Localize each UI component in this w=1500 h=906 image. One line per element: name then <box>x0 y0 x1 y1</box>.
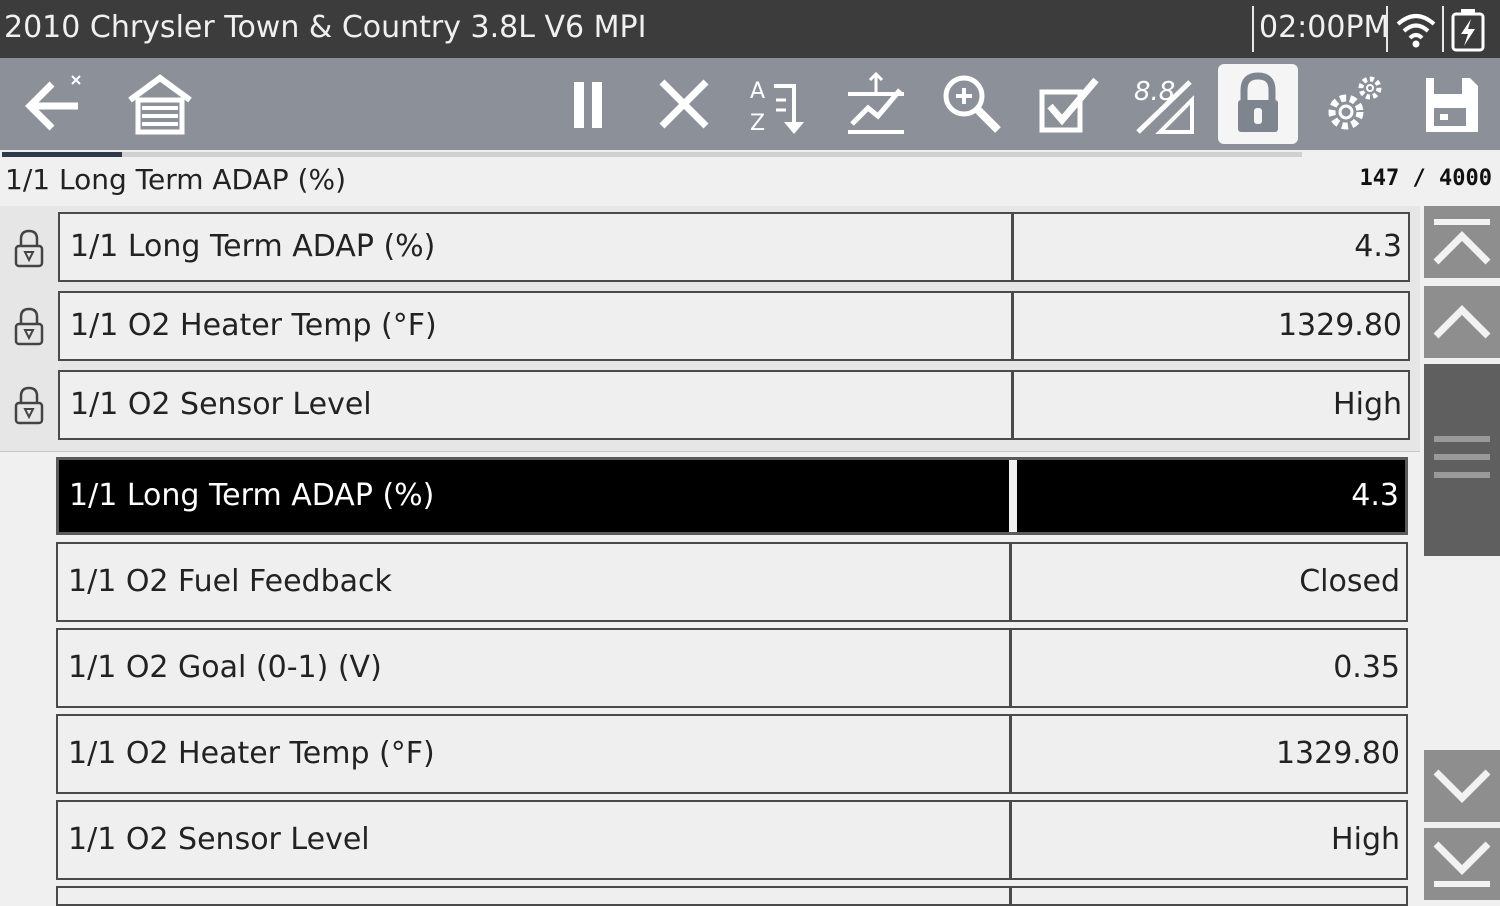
battery-charging-icon <box>1451 9 1485 52</box>
units-icon: 8.8 <box>1134 77 1194 134</box>
sort-button[interactable]: A Z <box>740 64 820 144</box>
sort-icon: A Z <box>750 79 804 136</box>
parameter-value: 4.3 <box>1351 478 1399 513</box>
parameter-name: 1/1 Long Term ADAP (%) <box>59 460 1017 532</box>
home-icon <box>128 74 192 135</box>
parameter-name: 1/1 O2 Sensor Level <box>60 372 1014 438</box>
graph-icon <box>848 71 904 134</box>
thumb-grip <box>1434 454 1490 460</box>
back-button[interactable] <box>10 64 90 144</box>
lock-icon[interactable] <box>13 228 45 268</box>
parameter-name: 1/1 O2 Heater Temp (°F) <box>58 716 1012 792</box>
parameter-value: High <box>1331 822 1400 857</box>
scroll-thumb[interactable] <box>1424 364 1500 556</box>
parameter-row-partial[interactable] <box>56 886 1408 906</box>
scroll-top-button[interactable] <box>1424 206 1500 278</box>
scroll-up-button[interactable] <box>1424 286 1500 358</box>
parameter-name: 1/1 Long Term ADAP (%) <box>60 214 1014 280</box>
scroll-down-button[interactable] <box>1424 750 1500 822</box>
locked-parameter-row[interactable]: 1/1 Long Term ADAP (%) 4.3 <box>58 212 1410 282</box>
chevron-down-icon <box>1433 769 1491 803</box>
locked-parameter-row[interactable]: 1/1 O2 Sensor Level High <box>58 370 1410 440</box>
graph-button[interactable] <box>836 64 916 144</box>
vehicle-title: 2010 Chrysler Town & Country 3.8L V6 MPI <box>4 10 647 45</box>
title-bar: 2010 Chrysler Town & Country 3.8L V6 MPI… <box>0 0 1500 58</box>
lock-icon[interactable] <box>13 385 45 425</box>
thumb-grip <box>1434 472 1490 478</box>
zoom-icon <box>943 75 1001 133</box>
parameter-value: 4.3 <box>1354 229 1402 264</box>
parameter-name: 1/1 O2 Heater Temp (°F) <box>60 293 1014 359</box>
scroll-top-icon <box>1433 219 1491 265</box>
back-icon <box>25 75 81 131</box>
parameter-value: Closed <box>1299 564 1400 599</box>
parameter-value: 1329.80 <box>1277 308 1402 343</box>
save-icon <box>1426 78 1478 132</box>
wifi-icon <box>1396 14 1436 48</box>
scroll-bottom-icon <box>1433 841 1491 887</box>
pause-icon <box>574 82 602 128</box>
parameter-name <box>58 888 1012 904</box>
thumb-grip <box>1434 436 1490 442</box>
progress-fill <box>2 152 122 157</box>
clear-icon <box>659 79 709 129</box>
units-button[interactable]: 8.8 <box>1124 64 1204 144</box>
parameter-row[interactable]: 1/1 O2 Fuel Feedback Closed <box>56 542 1408 622</box>
lock-button[interactable] <box>1218 64 1298 144</box>
frame-counter: 147 / 4000 <box>1359 166 1492 191</box>
parameter-row-selected[interactable]: 1/1 Long Term ADAP (%) 4.3 <box>56 457 1408 535</box>
lock-icon[interactable] <box>13 306 45 346</box>
parameter-row[interactable]: 1/1 O2 Sensor Level High <box>56 800 1408 880</box>
svg-text:Z: Z <box>750 111 765 136</box>
parameter-name: 1/1 O2 Sensor Level <box>58 802 1012 878</box>
toolbar: A Z 8.8 <box>0 58 1500 150</box>
select-icon <box>1039 77 1099 133</box>
title-separator <box>1252 6 1254 52</box>
parameter-name: 1/1 O2 Goal (0-1) (V) <box>58 630 1012 706</box>
settings-button[interactable] <box>1314 64 1394 144</box>
scroll-bottom-button[interactable] <box>1424 828 1500 900</box>
chevron-up-icon <box>1433 305 1491 339</box>
locked-parameter-row[interactable]: 1/1 O2 Heater Temp (°F) 1329.80 <box>58 291 1410 361</box>
parameter-row[interactable]: 1/1 O2 Heater Temp (°F) 1329.80 <box>56 714 1408 794</box>
parameter-row[interactable]: 1/1 O2 Goal (0-1) (V) 0.35 <box>56 628 1408 708</box>
svg-text:A: A <box>750 79 765 104</box>
title-separator <box>1442 6 1444 52</box>
home-button[interactable] <box>120 64 200 144</box>
lock-icon <box>1238 72 1278 132</box>
progress-track <box>2 152 1302 157</box>
clear-button[interactable] <box>644 64 724 144</box>
clock: 02:00PM <box>1259 10 1390 45</box>
select-button[interactable] <box>1028 64 1108 144</box>
zoom-button[interactable] <box>932 64 1012 144</box>
settings-icon <box>1328 76 1382 130</box>
pause-button[interactable] <box>548 64 628 144</box>
parameter-name: 1/1 O2 Fuel Feedback <box>58 544 1012 620</box>
save-button[interactable] <box>1410 64 1490 144</box>
parameter-value: 0.35 <box>1333 650 1400 685</box>
selected-parameter-name: 1/1 Long Term ADAP (%) <box>5 163 347 196</box>
title-separator <box>1386 6 1388 52</box>
parameter-value: High <box>1333 387 1402 422</box>
parameter-value: 1329.80 <box>1275 736 1400 771</box>
